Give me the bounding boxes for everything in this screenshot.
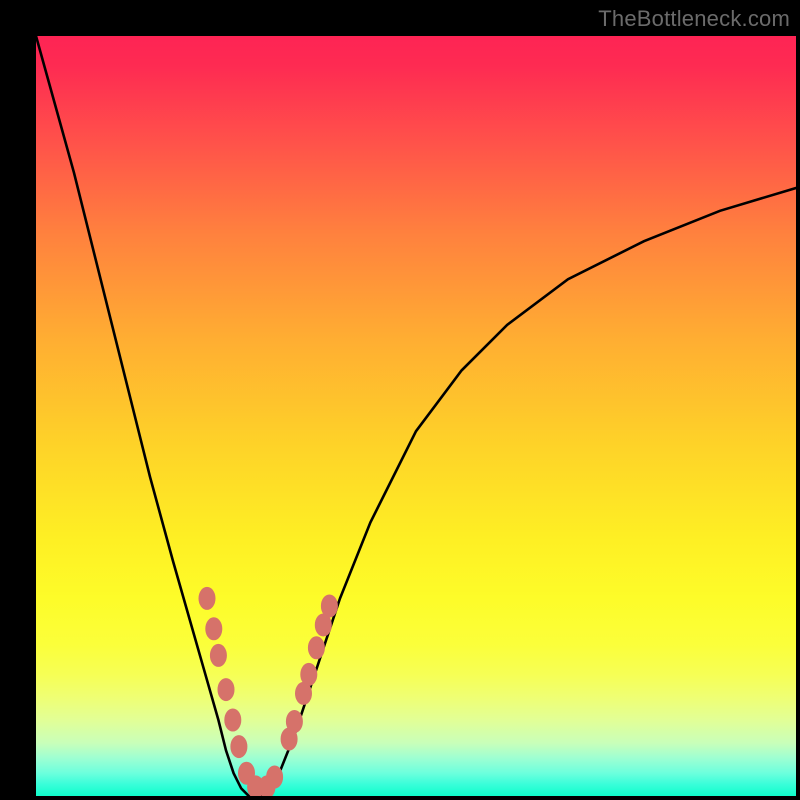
marker-point — [218, 679, 234, 701]
marker-point — [301, 663, 317, 685]
bottleneck-curve — [36, 36, 796, 796]
marker-point — [308, 637, 324, 659]
marker-point — [225, 709, 241, 731]
marker-point — [206, 618, 222, 640]
watermark-text: TheBottleneck.com — [598, 6, 790, 32]
plot-area — [36, 36, 796, 796]
highlight-markers — [199, 587, 337, 796]
marker-point — [210, 644, 226, 666]
chart-svg — [36, 36, 796, 796]
marker-point — [199, 587, 215, 609]
marker-point — [231, 736, 247, 758]
marker-point — [286, 711, 302, 733]
chart-frame: TheBottleneck.com — [0, 0, 800, 800]
marker-point — [267, 766, 283, 788]
marker-point — [321, 595, 337, 617]
